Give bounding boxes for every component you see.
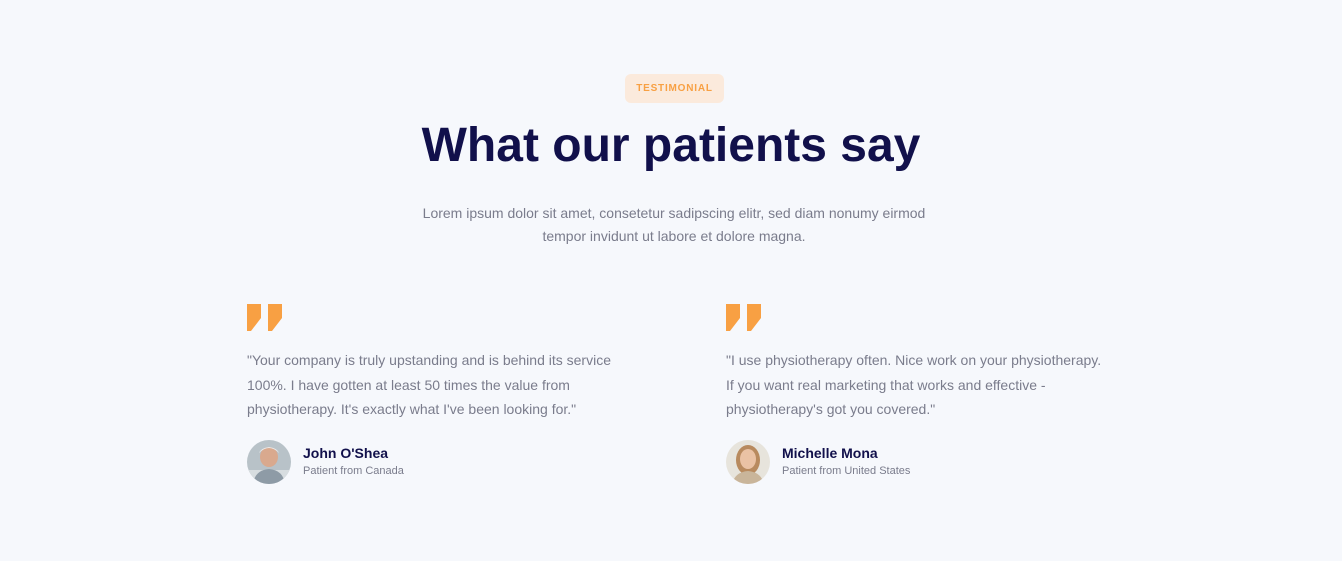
author-name: John O'Shea (303, 445, 389, 461)
testimonial-author: John O'Shea Patient from Canada (247, 439, 627, 484)
author-info: John O'Shea Patient from Canada (303, 444, 404, 479)
quote-icon (247, 304, 282, 331)
author-role: Patient from Canada (303, 465, 404, 477)
author-info: Michelle Mona Patient from United States (782, 444, 910, 479)
section-title: What our patients say (421, 119, 921, 172)
section-badge: TESTIMONIAL (625, 74, 724, 103)
testimonial-card: "Your company is truly upstanding and is… (247, 304, 627, 484)
testimonial-author: Michelle Mona Patient from United States (726, 439, 1106, 484)
author-role: Patient from United States (782, 465, 911, 477)
testimonial-section: TESTIMONIAL What our patients say Lorem … (0, 0, 1342, 561)
author-name: Michelle Mona (782, 445, 878, 461)
testimonial-quote: "I use physiotherapy often. Nice work on… (726, 352, 1102, 417)
section-subtitle: Lorem ipsum dolor sit amet, consetetur s… (422, 205, 926, 244)
avatar (726, 439, 770, 484)
testimonial-quote: "Your company is truly upstanding and is… (247, 352, 611, 417)
testimonial-card: "I use physiotherapy often. Nice work on… (726, 304, 1106, 484)
quote-icon (726, 304, 761, 331)
avatar (247, 439, 291, 484)
